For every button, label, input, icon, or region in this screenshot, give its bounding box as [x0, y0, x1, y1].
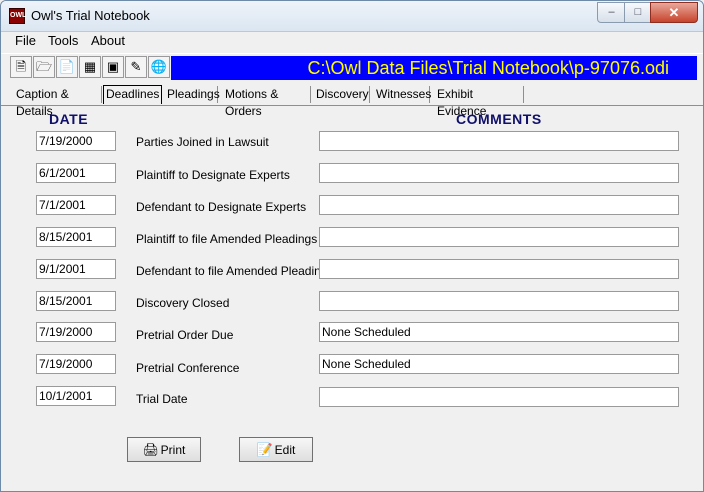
app-window: OWL Owl's Trial Notebook – □ ✕ File Tool…: [0, 0, 704, 492]
new-file-icon[interactable]: 🗎: [10, 56, 32, 78]
tab-exhibit-evidence[interactable]: Exhibit Evidence: [435, 86, 524, 118]
calculator-icon[interactable]: ▣: [102, 56, 124, 78]
deadline-label: Plaintiff to Designate Experts: [136, 168, 290, 182]
close-button[interactable]: ✕: [650, 2, 698, 23]
edit-button[interactable]: 📝 Edit: [239, 437, 313, 462]
menu-about[interactable]: About: [91, 33, 125, 48]
maximize-button[interactable]: □: [624, 2, 652, 23]
globe-icon[interactable]: 🌐: [148, 56, 170, 78]
print-label: Print: [160, 443, 186, 457]
tab-pleadings[interactable]: Pleadings: [165, 86, 220, 103]
deadline-comment-input[interactable]: [319, 195, 679, 215]
tab-motions-orders[interactable]: Motions & Orders: [223, 86, 311, 118]
deadline-label: Plaintiff to file Amended Pleadings: [136, 232, 318, 246]
deadline-date-input[interactable]: 6/1/2001: [36, 163, 116, 183]
file-path-banner: C:\Owl Data Files\Trial Notebook\p-97076…: [171, 56, 697, 80]
deadline-date-input[interactable]: 10/1/2001: [36, 386, 116, 406]
open-folder-icon[interactable]: 🗁: [33, 56, 55, 78]
menu-bar: File Tools About: [1, 32, 703, 50]
edit-icon: 📝: [256, 442, 273, 457]
deadline-date-input[interactable]: 8/15/2001: [36, 227, 116, 247]
deadline-label: Parties Joined in Lawsuit: [136, 135, 269, 149]
deadline-date-input[interactable]: 9/1/2001: [36, 259, 116, 279]
tab-witnesses[interactable]: Witnesses: [374, 86, 431, 103]
title-bar[interactable]: OWL Owl's Trial Notebook – □ ✕: [1, 1, 703, 32]
deadline-comment-input[interactable]: [319, 387, 679, 407]
edit-label: Edit: [274, 443, 296, 457]
deadline-label: Discovery Closed: [136, 296, 230, 310]
menu-tools[interactable]: Tools: [48, 33, 78, 48]
printer-icon: 🖨: [142, 442, 160, 457]
pen-icon[interactable]: ✎: [125, 56, 147, 78]
deadline-comment-input[interactable]: None Scheduled: [319, 354, 679, 374]
deadline-comment-input[interactable]: [319, 131, 679, 151]
deadline-label: Trial Date: [136, 392, 188, 406]
deadline-comment-input[interactable]: [319, 291, 679, 311]
tab-deadlines[interactable]: Deadlines: [103, 85, 162, 104]
deadline-comment-input[interactable]: [319, 227, 679, 247]
deadline-comment-input[interactable]: [319, 259, 679, 279]
deadline-label: Defendant to Designate Experts: [136, 200, 307, 214]
tab-strip: Caption & Details Deadlines Pleadings Mo…: [1, 85, 703, 118]
print-button[interactable]: 🖨Print: [127, 437, 201, 462]
document-icon[interactable]: 📄: [56, 56, 78, 78]
tab-discovery[interactable]: Discovery: [314, 86, 370, 103]
deadline-date-input[interactable]: 8/15/2001: [36, 291, 116, 311]
app-icon[interactable]: OWL: [9, 8, 26, 24]
tab-caption-details[interactable]: Caption & Details: [14, 86, 102, 118]
deadline-comment-input[interactable]: [319, 163, 679, 183]
deadline-label: Pretrial Conference: [136, 361, 240, 375]
deadline-comment-input[interactable]: None Scheduled: [319, 322, 679, 342]
menu-file[interactable]: File: [15, 33, 36, 48]
deadline-date-input[interactable]: 7/19/2000: [36, 354, 116, 374]
minimize-button[interactable]: –: [597, 2, 626, 23]
deadline-date-input[interactable]: 7/19/2000: [36, 131, 116, 151]
deadline-label: Pretrial Order Due: [136, 328, 234, 342]
deadline-date-input[interactable]: 7/19/2000: [36, 322, 116, 342]
date-column-header: DATE: [49, 111, 89, 127]
window-title: Owl's Trial Notebook: [31, 8, 150, 23]
deadline-label: Defendant to file Amended Pleadings: [136, 264, 334, 278]
comments-column-header: COMMENTS: [456, 111, 542, 127]
calendar-icon[interactable]: ▦: [79, 56, 101, 78]
deadline-date-input[interactable]: 7/1/2001: [36, 195, 116, 215]
